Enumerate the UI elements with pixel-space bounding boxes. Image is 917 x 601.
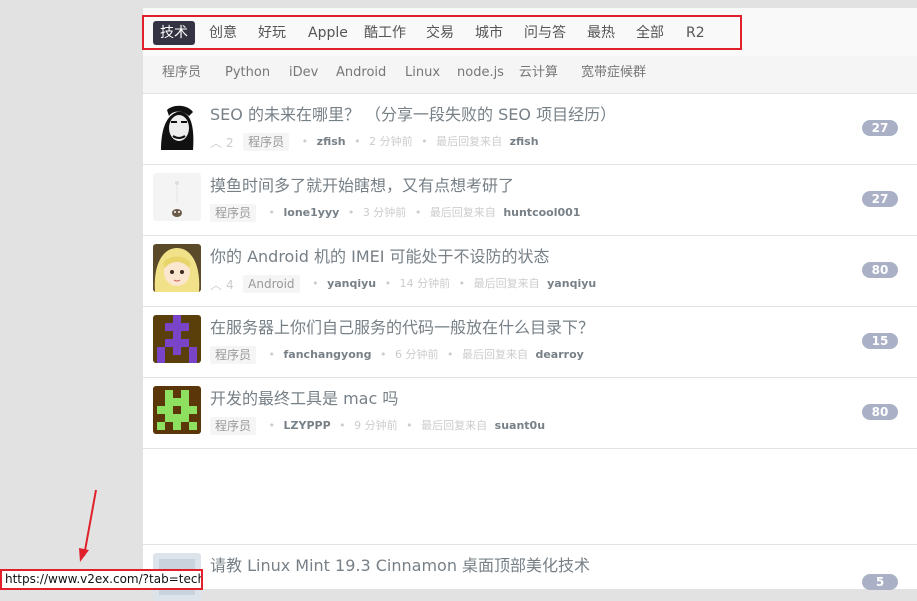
separator-dot: • (347, 206, 355, 219)
time-text: 2 分钟前 (369, 135, 413, 149)
vote-count[interactable]: ︿ 2 (210, 132, 234, 153)
separator-dot: • (446, 348, 454, 361)
upvote-icon: ︿ (210, 135, 223, 150)
subtab-linux[interactable]: Linux (405, 64, 440, 82)
time-text: 9 分钟前 (354, 419, 398, 432)
last-reply-author[interactable]: zfish (510, 132, 539, 152)
status-bar-url: https://www.v2ex.com/?tab=tech (0, 569, 203, 590)
author-link[interactable]: yanqiyu (327, 274, 376, 294)
separator-dot: • (421, 135, 428, 149)
separator-dot: • (354, 135, 361, 149)
reply-count-badge[interactable]: 27 (862, 120, 898, 136)
vote-number: 4 (226, 277, 234, 292)
reply-count-badge[interactable]: 80 (862, 262, 898, 278)
vote-count[interactable]: ︿ 4 (210, 274, 234, 295)
topic-row: 你的 Android 机的 IMEI 可能处于不设防的状态 ︿ 4 Android… (143, 236, 917, 307)
topic-meta: 程序员 • fanchangyong • 6 分钟前 • 最后回复来自 dear… (210, 345, 584, 365)
node-tag[interactable]: 程序员 (210, 346, 257, 364)
separator-dot: • (384, 277, 392, 291)
reply-count-badge[interactable]: 27 (862, 191, 898, 207)
separator-dot: • (268, 419, 276, 432)
subtab-broadband[interactable]: 宽带症候群 (581, 64, 646, 82)
vote-number: 2 (226, 135, 234, 150)
topic-row: 摸鱼时间多了就开始瞎想，又有点想考研了 程序员 • lone1yyy • 3 分… (143, 165, 917, 236)
topic-meta: ︿ 4 Android • yanqiyu • 14 分钟前 • 最后回复来自 y… (210, 274, 596, 294)
separator-dot: • (268, 348, 276, 361)
topic-meta: 程序员 • lone1yyy • 3 分钟前 • 最后回复来自 huntcool… (210, 203, 580, 223)
avatar[interactable] (153, 386, 201, 434)
topic-meta: ︿ 2 程序员 • zfish • 2 分钟前 • 最后回复来自 zfish (210, 132, 539, 152)
separator-dot: • (301, 135, 309, 149)
subtab-idev[interactable]: iDev (289, 64, 318, 82)
topic-title[interactable]: 你的 Android 机的 IMEI 可能处于不设防的状态 (210, 247, 550, 267)
reply-count-badge[interactable]: 15 (862, 333, 898, 349)
author-link[interactable]: zfish (317, 132, 346, 152)
avatar[interactable] (153, 102, 201, 150)
time-text: 6 分钟前 (394, 348, 439, 361)
separator-dot: • (379, 348, 387, 361)
topic-title[interactable]: 请教 Linux Mint 19.3 Cinnamon 桌面顶部美化技术 (210, 556, 590, 576)
separator-dot: • (312, 277, 319, 291)
subtab-python[interactable]: Python (225, 64, 270, 82)
topic-title[interactable]: 摸鱼时间多了就开始瞎想，又有点想考研了 (210, 176, 514, 196)
avatar[interactable] (153, 173, 201, 221)
time-text: 3 分钟前 (362, 206, 407, 219)
avatar[interactable] (153, 244, 201, 292)
author-link[interactable]: fanchangyong (284, 345, 372, 365)
reply-count-badge[interactable]: 5 (862, 574, 898, 590)
node-tag[interactable]: 程序员 (210, 417, 257, 435)
node-tag[interactable]: 程序员 (243, 133, 290, 152)
last-reply-author[interactable]: yanqiyu (547, 274, 596, 294)
last-reply-label: 最后回复来自 (421, 419, 488, 432)
node-tag[interactable]: Android (243, 275, 300, 294)
last-reply-label: 最后回复来自 (473, 277, 540, 291)
tabs-highlight-box (142, 15, 742, 50)
topic-title[interactable]: 开发的最终工具是 mac 吗 (210, 389, 398, 409)
separator-dot: • (406, 419, 413, 432)
separator-dot: • (458, 277, 466, 291)
last-reply-author[interactable]: huntcool001 (503, 203, 580, 223)
avatar[interactable] (153, 315, 201, 363)
subtab-android[interactable]: Android (336, 64, 386, 82)
author-link[interactable]: LZYPPP (284, 416, 331, 436)
separator-dot: • (268, 206, 276, 219)
last-reply-author[interactable]: suant0u (495, 416, 545, 436)
reply-count-badge[interactable]: 80 (862, 404, 898, 420)
topic-row: 请教 Linux Mint 19.3 Cinnamon 桌面顶部美化技术 5 (143, 544, 917, 601)
last-reply-author[interactable]: dearroy (535, 345, 583, 365)
subtab-cloud[interactable]: 云计算 (519, 64, 558, 82)
topic-title[interactable]: SEO 的未来在哪里？ （分享一段失败的 SEO 项目经历） (210, 105, 616, 125)
topic-title[interactable]: 在服务器上你们自己服务的代码一般放在什么目录下？ (210, 318, 594, 338)
separator-dot: • (339, 419, 346, 432)
subtab-nodejs[interactable]: node.js (457, 64, 504, 82)
author-link[interactable]: lone1yyy (284, 203, 340, 223)
last-reply-label: 最后回复来自 (461, 348, 528, 361)
topic-row: 开发的最终工具是 mac 吗 程序员 • LZYPPP • 9 分钟前 • 最后… (143, 378, 917, 449)
subtab-programmer[interactable]: 程序员 (162, 64, 201, 82)
topic-meta: 程序员 • LZYPPP • 9 分钟前 • 最后回复来自 suant0u (210, 416, 545, 436)
last-reply-label: 最后回复来自 (436, 135, 503, 149)
upvote-icon: ︿ (210, 277, 223, 292)
separator-dot: • (414, 206, 422, 219)
topic-row: 在服务器上你们自己服务的代码一般放在什么目录下？ 程序员 • fanchangy… (143, 307, 917, 378)
time-text: 14 分钟前 (399, 277, 451, 291)
topic-row: SEO 的未来在哪里？ （分享一段失败的 SEO 项目经历） ︿ 2 程序员 • … (143, 94, 917, 165)
last-reply-label: 最后回复来自 (429, 206, 496, 219)
node-tag[interactable]: 程序员 (210, 204, 257, 222)
